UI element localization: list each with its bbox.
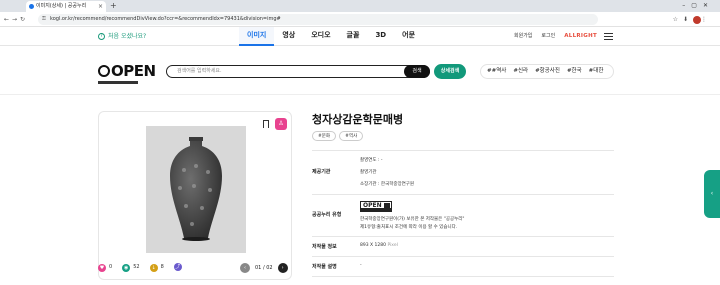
search-header: OPEN 검색어를 입력하세요. 검색 상세검색 ##역사 #신라 #항공사진 #한국…	[0, 47, 720, 95]
browser-tab[interactable]: 이미지(상세) | 공공누리 ×	[26, 1, 106, 12]
first-time-link[interactable]: ? 처음 오셨나요?	[98, 27, 146, 46]
hashtag[interactable]: #한국	[567, 68, 582, 74]
allright-logo[interactable]: ALLRIGHT	[564, 27, 597, 46]
downloads-count: 8	[160, 264, 164, 270]
question-icon: ?	[98, 33, 105, 40]
artifact-photo[interactable]	[146, 126, 246, 253]
eye-icon: ◉	[122, 263, 131, 272]
download-icon: ↓	[149, 263, 158, 272]
browser-tab-bar: 이미지(상세) | 공공누리 × + –▢✕	[0, 0, 720, 12]
share-icon[interactable]: ⤴	[173, 263, 182, 271]
size-label: 저작물 정보	[312, 244, 337, 250]
nav-buttons[interactable]: ←→↻	[4, 12, 28, 27]
category-tabs: 이미지 영상 오디오 글꼴 3D 어문	[239, 27, 423, 46]
stats-row: ♥ 0 ◉ 52 ↓ 8 ⤴	[98, 263, 182, 272]
divider	[312, 194, 614, 195]
tag[interactable]: #문화	[312, 131, 337, 141]
side-panel-toggle-icon[interactable]: ‹	[704, 170, 720, 218]
downloads-stat: ↓ 8	[149, 263, 164, 272]
hamburger-menu-icon[interactable]	[604, 33, 613, 40]
size-dimensions: 893 X 1280	[360, 243, 386, 248]
license-line: 한국학중앙연구원이(가) 보유한 본 저작물은 "공공누리"	[360, 217, 465, 222]
prev-icon[interactable]: ‹	[240, 263, 250, 273]
hashtag[interactable]: #신라	[513, 68, 528, 74]
hashtag[interactable]: #항공사진	[535, 68, 560, 74]
tab-language[interactable]: 어문	[394, 27, 423, 46]
url-field[interactable]: ⚿ kogl.or.kr/recommend/recommendDivView.…	[38, 14, 598, 25]
logo-strip	[98, 81, 138, 84]
share-user-icon[interactable]: ♙	[275, 118, 287, 130]
new-tab-icon[interactable]: +	[110, 0, 117, 12]
open-logo[interactable]: OPEN	[98, 62, 156, 80]
profile-icon[interactable]	[693, 15, 701, 24]
search-input[interactable]: 검색어를 입력하세요.	[166, 65, 430, 78]
likes-stat[interactable]: ♥ 0	[98, 263, 112, 272]
tag[interactable]: #역사	[339, 131, 364, 141]
lock-icon: ⚿	[42, 16, 46, 22]
next-icon[interactable]: ›	[277, 263, 288, 273]
address-bar-row: ←→↻ ⚿ kogl.or.kr/recommend/recommendDivV…	[0, 12, 720, 27]
views-count: 52	[133, 264, 140, 270]
logo-circle-icon	[98, 65, 110, 77]
likes-count: 0	[109, 264, 113, 270]
browser-toolbar-icons[interactable]: ☆⬇ ⋮	[673, 12, 712, 27]
tab-font[interactable]: 글꼴	[339, 27, 368, 46]
tab-audio[interactable]: 오디오	[303, 27, 338, 46]
provider-row: 촬영연도 : -	[360, 158, 383, 163]
vase-image	[146, 126, 246, 253]
hashtag[interactable]: #대한	[589, 68, 604, 74]
license-label: 공공누리 유형	[312, 212, 342, 218]
close-tab-icon[interactable]: ×	[98, 1, 103, 12]
size-value: 893 X 1280 Pixel	[360, 243, 398, 248]
views-stat: ◉ 52	[122, 263, 140, 272]
provider-label: 제공기관	[312, 169, 331, 175]
first-time-text: 처음 오셨나요?	[108, 33, 147, 40]
item-tags: #문화 #역사	[312, 131, 364, 141]
image-pager: ‹ 01 / 02 ›	[240, 263, 288, 273]
site-nav: ? 처음 오셨나요? 이미지 영상 오디오 글꼴 3D 어문 회원가입 로그인 A…	[0, 27, 720, 46]
tab-video[interactable]: 영상	[274, 27, 303, 46]
tab-3d[interactable]: 3D	[367, 27, 394, 46]
divider	[312, 236, 614, 237]
description-label: 저작물 설명	[312, 264, 337, 270]
license-line: 제1유형:출처표시 조건에 따라 이용 할 수 있습니다.	[360, 225, 458, 230]
divider	[312, 276, 614, 277]
favicon-icon	[29, 4, 34, 9]
utility-links: 회원가입 로그인 ALLRIGHT	[514, 27, 597, 46]
divider	[312, 256, 614, 257]
image-card: ♙	[98, 111, 292, 280]
hashtag-strip: ##역사 #신라 #항공사진 #한국 #대한	[480, 64, 614, 79]
search-button[interactable]: 검색	[404, 65, 430, 78]
advanced-search-button[interactable]: 상세검색	[434, 64, 466, 79]
divider	[312, 150, 614, 151]
login-link[interactable]: 로그인	[541, 27, 555, 46]
hashtag[interactable]: ##역사	[487, 68, 506, 74]
kogl-type1-badge: OPEN	[360, 201, 392, 212]
tab-title: 이미지(상세) | 공공누리	[36, 3, 87, 9]
bookmark-icon[interactable]	[263, 120, 269, 128]
provider-row: 소장기관 : 한국학중앙연구원	[360, 182, 415, 187]
provider-row: 촬영기관	[360, 170, 377, 175]
logo-text: OPEN	[111, 62, 156, 80]
item-title: 청자상감운학문매병	[312, 113, 404, 126]
heart-icon: ♥	[98, 263, 106, 272]
badge-strip	[361, 208, 391, 211]
window-controls[interactable]: –▢✕	[682, 0, 714, 12]
tab-image[interactable]: 이미지	[239, 27, 275, 46]
description-value: -	[360, 263, 362, 268]
url-text: kogl.or.kr/recommend/recommendDivView.do…	[50, 16, 281, 22]
size-unit: Pixel	[387, 243, 398, 248]
signup-link[interactable]: 회원가입	[514, 27, 532, 46]
page-indicator: 01 / 02	[255, 265, 273, 271]
